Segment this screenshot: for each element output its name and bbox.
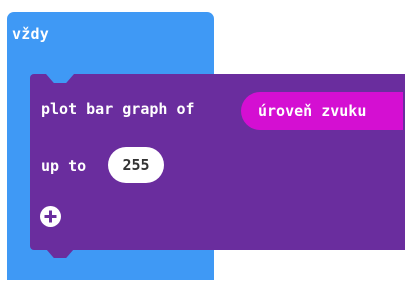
sound-level-reporter[interactable]: úroveň zvuku (241, 92, 403, 130)
plot-bar-graph-label: plot bar graph of (41, 100, 195, 118)
plus-circle-icon[interactable] (40, 206, 61, 227)
forever-block-label: vždy (12, 25, 49, 43)
up-to-label: up to (41, 157, 87, 175)
max-value-input[interactable]: 255 (108, 147, 164, 183)
code-workspace: vždy plot bar graph of úroveň zvuku up t… (0, 0, 405, 281)
